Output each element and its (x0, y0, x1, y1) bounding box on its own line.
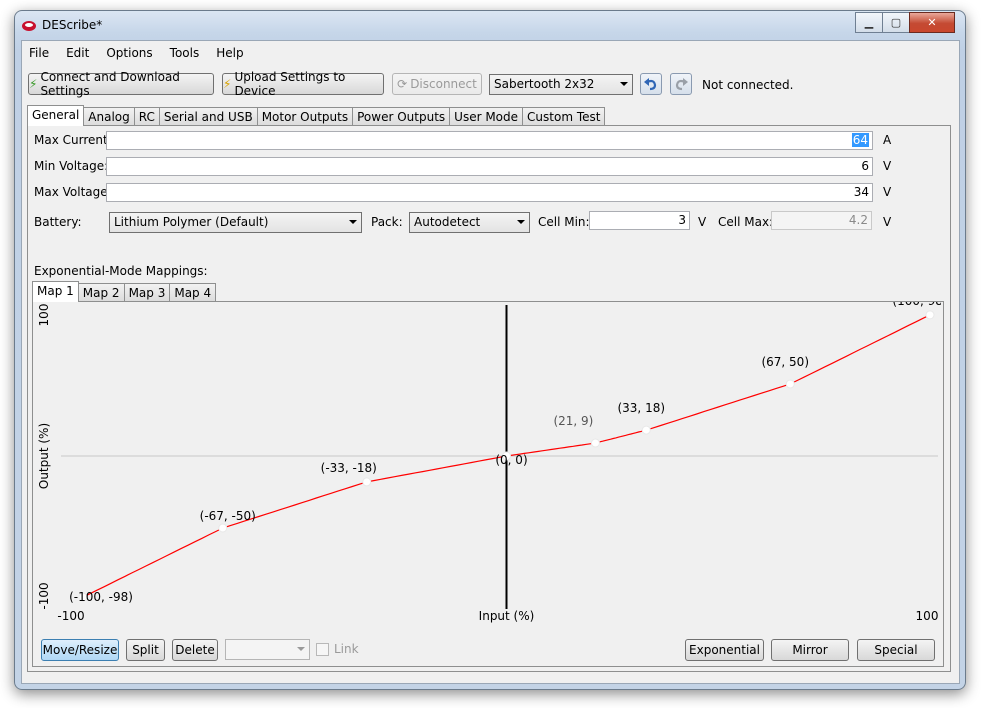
cell-min-unit: V (698, 215, 707, 229)
pack-select[interactable]: Autodetect (409, 212, 530, 233)
cell-max-input: 4.2 (771, 211, 872, 230)
map-point-label: (33, 18) (617, 401, 665, 415)
link-label: Link (334, 642, 359, 656)
close-button[interactable]: ✕ (909, 12, 955, 33)
tab-general[interactable]: General (27, 105, 85, 126)
map-point-label: (-100, -98) (69, 590, 133, 604)
tab-map-2[interactable]: Map 2 (77, 283, 125, 301)
chevron-down-icon (349, 220, 357, 224)
cell-min-label: Cell Min: (538, 215, 590, 229)
tab-map-3[interactable]: Map 3 (123, 283, 171, 301)
menu-tools[interactable]: Tools (163, 44, 207, 64)
disconnect-button[interactable]: ⟳ Disconnect (392, 73, 482, 95)
y-tick-min: -100 (37, 582, 51, 609)
connect-download-button[interactable]: ⚡ Connect and Download Settings (28, 70, 214, 98)
map-point-label: (-33, -18) (321, 461, 377, 475)
map-point-6[interactable] (785, 379, 795, 389)
undo-button[interactable] (640, 73, 662, 95)
tab-map-1[interactable]: Map 1 (32, 281, 79, 302)
move-resize-button[interactable]: Move/Resize (41, 639, 119, 661)
lightning-icon: ⚡ (223, 77, 232, 91)
menu-file[interactable]: File (22, 44, 56, 64)
max-voltage-label: Max Voltage: (34, 185, 112, 199)
cell-max-label: Cell Max: (718, 215, 774, 229)
max-voltage-unit: V (883, 185, 892, 199)
x-axis-label: Input (%) (479, 609, 535, 623)
device-select[interactable]: Sabertooth 2x32 (489, 74, 633, 95)
app-logo-icon (21, 17, 37, 33)
tab-rc[interactable]: RC (133, 107, 160, 125)
maximize-button[interactable]: ▢ (882, 12, 910, 33)
min-voltage-label: Min Voltage: (34, 159, 109, 173)
map-tabs: Map 1 Map 2 Map 3 Map 4 (32, 281, 217, 302)
window-title: DEScribe* (42, 18, 103, 32)
delete-button[interactable]: Delete (172, 639, 218, 661)
tab-power-outputs[interactable]: Power Outputs (352, 107, 451, 125)
min-voltage-input[interactable]: 6 (106, 157, 873, 176)
map-point-2[interactable] (362, 477, 372, 487)
main-tabs: General Analog RC Serial and USB Motor O… (27, 105, 606, 126)
max-current-input[interactable]: 64 (106, 131, 873, 150)
map-point-label: (-67, -50) (200, 509, 256, 523)
map-point-4[interactable] (590, 438, 600, 448)
point-type-select[interactable] (225, 639, 310, 660)
link-checkbox[interactable] (316, 643, 329, 656)
menu-options[interactable]: Options (99, 44, 159, 64)
y-axis-label: Output (%) (37, 423, 51, 489)
map-point-7[interactable] (925, 310, 935, 320)
min-voltage-unit: V (883, 159, 892, 173)
exponential-button[interactable]: Exponential (685, 639, 764, 661)
map-point-label: (21, 9) (553, 414, 593, 428)
mirror-button[interactable]: Mirror (771, 639, 849, 661)
menu-bar: File Edit Options Tools Help (22, 44, 254, 64)
undo-icon (644, 78, 657, 91)
battery-label: Battery: (34, 215, 82, 229)
menu-edit[interactable]: Edit (59, 44, 96, 64)
tab-user-mode[interactable]: User Mode (449, 107, 524, 125)
tab-map-4[interactable]: Map 4 (169, 283, 217, 301)
chevron-down-icon (517, 220, 525, 224)
x-tick-min: -100 (57, 609, 84, 623)
connection-status: Not connected. (702, 78, 794, 92)
map-point-label: (67, 50) (761, 355, 809, 369)
battery-select[interactable]: Lithium Polymer (Default) (109, 212, 362, 233)
cell-min-input[interactable]: 3 (589, 211, 690, 230)
cell-max-unit: V (883, 215, 892, 229)
tab-custom-test[interactable]: Custom Test (522, 107, 606, 125)
max-current-unit: A (883, 133, 892, 147)
chevron-down-icon (297, 647, 305, 651)
lightning-icon: ⚡ (29, 77, 38, 91)
redo-icon (675, 78, 688, 91)
map-point-label: (0, 0) (495, 453, 527, 467)
minimize-button[interactable]: ▁ (855, 12, 883, 33)
split-button[interactable]: Split (126, 639, 165, 661)
chevron-down-icon (620, 82, 628, 86)
tab-motor-outputs[interactable]: Motor Outputs (256, 107, 354, 125)
mapping-chart[interactable]: (-100, -98) (-67, -50) (-33, -18) (0, 0) (21… (33, 302, 941, 632)
max-current-label: Max Current: (34, 133, 112, 147)
menu-help[interactable]: Help (209, 44, 250, 64)
map-point-label: (100, 98) (892, 302, 941, 308)
mappings-label: Exponential-Mode Mappings: (34, 264, 208, 278)
y-tick-max: 100 (37, 304, 51, 327)
redo-button[interactable] (670, 73, 692, 95)
x-tick-max: 100 (916, 609, 939, 623)
tab-serial-usb[interactable]: Serial and USB (158, 107, 258, 125)
refresh-icon: ⟳ (397, 77, 408, 91)
special-button[interactable]: Special (857, 639, 935, 661)
map-point-1[interactable] (218, 523, 228, 533)
tab-analog[interactable]: Analog (83, 107, 135, 125)
pack-label: Pack: (371, 215, 403, 229)
max-voltage-input[interactable]: 34 (106, 183, 873, 202)
upload-settings-button[interactable]: ⚡ Upload Settings to Device (222, 70, 384, 98)
map-point-5[interactable] (641, 425, 651, 435)
